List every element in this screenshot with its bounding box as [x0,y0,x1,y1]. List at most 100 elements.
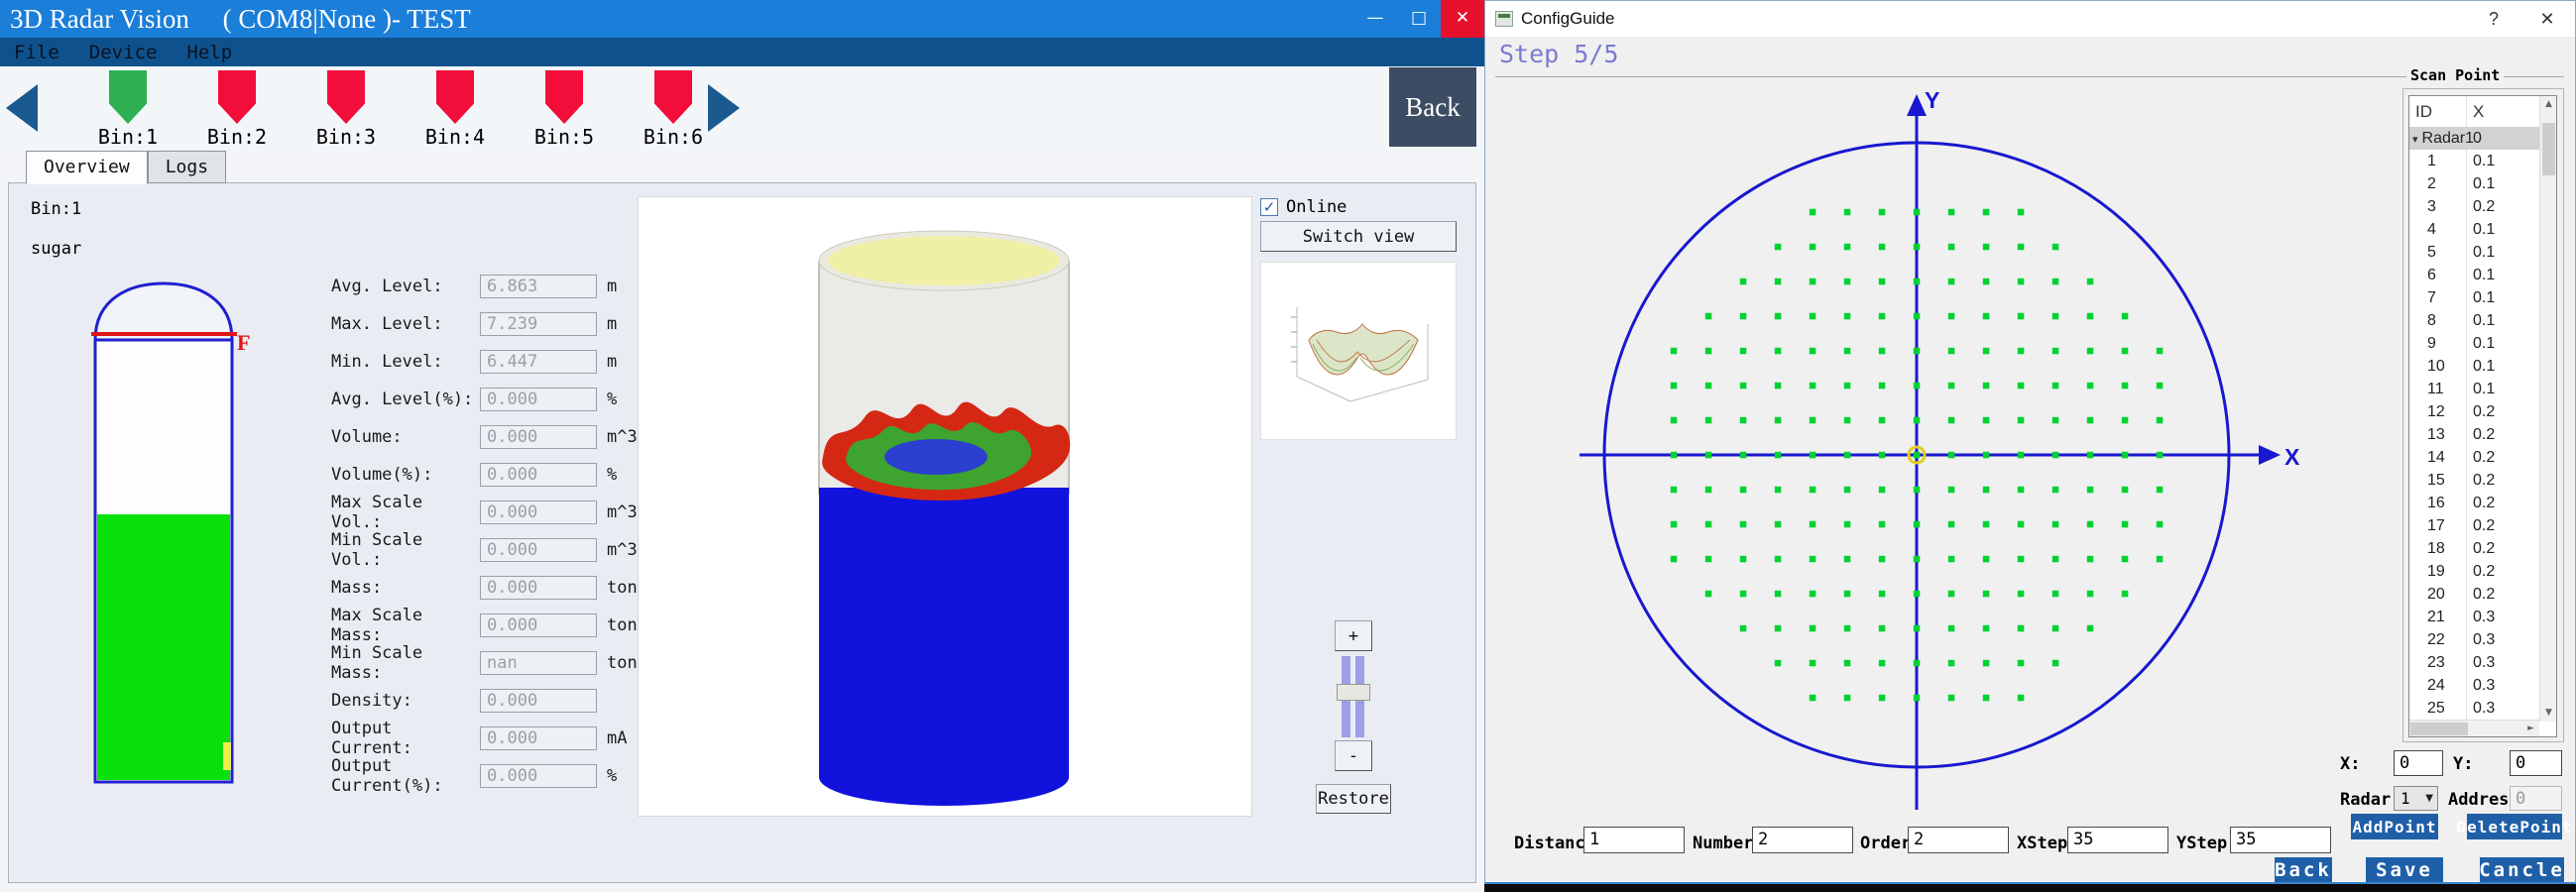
field-value-box[interactable]: 0.000 [480,388,597,411]
bin-toolbar: Bin:1 Bin:2Bin:3Bin:4 Bin:5 Bin:6 Back [0,66,1484,151]
field-row: Max Scale Vol.:0.000m^3 [331,501,638,524]
switch-view-button[interactable]: Switch view [1260,221,1457,252]
param-input-xstep[interactable]: 35 [2067,827,2168,853]
field-value-box[interactable]: 6.863 [480,275,597,298]
cylinder-material [819,488,1069,806]
silo-3d-graphic [639,197,1251,816]
field-value-box[interactable]: 7.239 [480,312,597,336]
zoom-slider-handle[interactable] [1337,684,1370,701]
menu-bar: File Device Help [0,38,1484,66]
tab-overview[interactable]: Overview [26,151,148,184]
param-input-ystep[interactable]: 35 [2230,827,2331,853]
field-unit: m [607,314,617,334]
menu-item-help[interactable]: Help [186,42,232,63]
field-unit: m [607,277,617,296]
surface-center-blue [884,439,988,475]
bins-row: Bin:1 Bin:2Bin:3Bin:4 Bin:5 Bin:6 [73,70,728,149]
bin-item[interactable]: Bin:4 [401,70,510,149]
field-value-box[interactable]: 6.447 [480,350,597,374]
field-unit: ton [607,615,638,635]
field-value-box[interactable]: 0.000 [480,501,597,524]
menu-item-device[interactable]: Device [89,42,158,63]
field-label: Volume: [331,427,480,447]
field-label: Min Scale Vol.: [331,530,480,570]
low-level-marker [223,742,231,770]
back-button[interactable]: Back [1389,67,1476,147]
field-value-box[interactable]: 0.000 [480,764,597,788]
restore-button[interactable]: Restore [1316,784,1391,814]
zoom-in-button[interactable]: + [1335,620,1372,651]
param-input-number[interactable]: 2 [1752,827,1853,853]
params-row: Distance:1Number:2Order:2XStep:35YStep:3… [1485,1,2575,882]
field-unit: m^3 [607,502,638,522]
field-unit: ton [607,653,638,673]
field-row: Density:0.000 [331,689,638,713]
tank-level-graphic: F [88,277,262,797]
tank-fill-level [97,514,230,780]
field-row: Avg. Level(%):0.000% [331,388,638,411]
field-value-box[interactable]: 0.000 [480,613,597,637]
taskbar-edge [1484,884,2576,892]
config-guide-window: ConfigGuide ? ✕ Step 5/5 X Y Scan Point … [1484,0,2576,884]
field-value-box[interactable]: nan [480,651,597,675]
field-value-box[interactable]: 0.000 [480,538,597,562]
bin-item[interactable]: Bin:3 [292,70,401,149]
field-value-box[interactable]: 0.000 [480,425,597,449]
window-controls: — □ ✕ [1353,0,1484,38]
field-label: Avg. Level: [331,277,480,296]
bin-status-icon [654,70,692,124]
field-value-box[interactable]: 0.000 [480,463,597,487]
bin-label: Bin:5 [534,125,594,149]
surface-preview-graphic [1261,263,1456,439]
tank-dome [95,283,232,340]
param-input-distance[interactable]: 1 [1583,827,1685,853]
silo-3d-view[interactable] [638,196,1252,817]
material-label: sugar [31,239,81,259]
field-row: Max Scale Mass:0.000ton [331,613,638,637]
field-label: Output Current: [331,719,480,758]
bin-item[interactable]: Bin:5 [510,70,619,149]
field-label: Max. Level: [331,314,480,334]
field-row: Min Scale Mass:nanton [331,651,638,675]
field-unit: % [607,390,617,409]
field-row: Volume:0.000m^3 [331,425,638,449]
wizard-back-button[interactable]: Back [2275,857,2332,882]
bin-status-icon [218,70,256,124]
save-button[interactable]: Save [2366,857,2443,882]
bin-status-icon [545,70,583,124]
close-icon[interactable]: ✕ [1441,0,1484,38]
minimize-icon[interactable]: — [1353,0,1397,38]
field-value-box[interactable]: 0.000 [480,576,597,600]
field-label: Min. Level: [331,352,480,372]
tab-strip: Overview Logs [26,151,226,184]
bin-status-icon [436,70,474,124]
field-value-box[interactable]: 0.000 [480,726,597,750]
online-checkbox[interactable]: ✓ [1260,198,1278,216]
zoom-out-button[interactable]: - [1335,740,1372,771]
field-value-box[interactable]: 0.000 [480,689,597,713]
bin-item[interactable]: Bin:1 [73,70,182,149]
bin-item[interactable]: Bin:2 [182,70,292,149]
bin-status-icon [327,70,365,124]
menu-item-file[interactable]: File [14,42,59,63]
tab-logs[interactable]: Logs [148,151,226,183]
maximize-icon[interactable]: □ [1397,0,1441,38]
param-input-order[interactable]: 2 [1908,827,2009,853]
online-label: Online [1286,197,1347,217]
field-unit: % [607,465,617,485]
field-unit: ton [607,578,638,598]
field-unit: % [607,766,617,786]
overview-panel: Bin:1 sugar F Avg. Level:6.863mMax. Leve… [8,182,1476,883]
field-label: Max Scale Mass: [331,606,480,645]
field-label: Mass: [331,578,480,598]
field-row: Avg. Level:6.863 m [331,275,638,298]
field-label: Volume(%): [331,465,480,485]
field-label: Output Current(%): [331,756,480,796]
bin-status-icon [109,70,147,124]
bin-label: Bin:1 [98,125,158,149]
bin-label: Bin:6 [644,125,703,149]
field-label: Max Scale Vol.: [331,493,480,532]
cancel-button[interactable]: Cancle [2480,857,2564,882]
prev-bin-arrow-icon[interactable] [6,84,38,132]
field-label: Avg. Level(%): [331,390,480,409]
